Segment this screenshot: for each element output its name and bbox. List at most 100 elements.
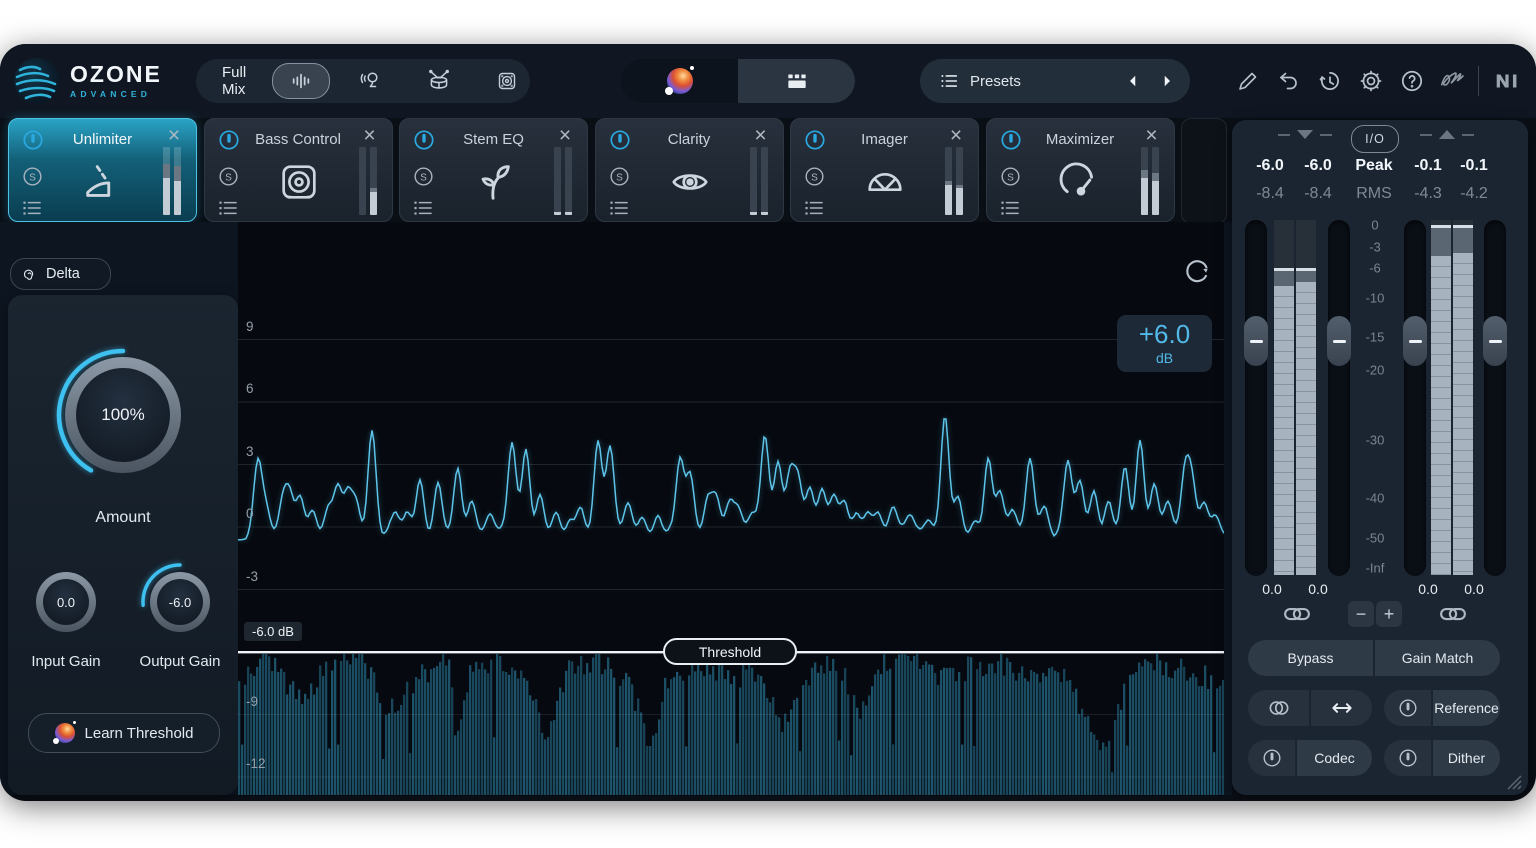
codec-power-button[interactable] bbox=[1248, 740, 1295, 776]
tab-meter bbox=[750, 147, 757, 215]
meter-scale-tick: -30 bbox=[1366, 433, 1385, 448]
delta-monitor-button[interactable]: Delta bbox=[10, 258, 111, 290]
svg-text:S: S bbox=[29, 172, 36, 183]
ozone-logo: OZONE ADVANCED bbox=[14, 58, 162, 104]
meter-range-up-control[interactable] bbox=[1420, 130, 1474, 139]
reset-history-icon[interactable] bbox=[1180, 255, 1214, 289]
detailed-view-button[interactable] bbox=[738, 59, 855, 103]
input-fader-handle[interactable] bbox=[1244, 316, 1268, 366]
threshold-handle[interactable]: Threshold bbox=[663, 638, 797, 665]
solo-icon[interactable]: S bbox=[21, 165, 44, 188]
gain-readout-box[interactable]: +6.0 dB bbox=[1117, 315, 1212, 372]
svg-text:S: S bbox=[1007, 172, 1014, 183]
close-icon[interactable]: × bbox=[751, 126, 771, 146]
modules-grid-icon bbox=[784, 68, 810, 94]
next-preset-button[interactable] bbox=[1150, 64, 1184, 98]
mix-target-label[interactable]: Full Mix bbox=[222, 64, 246, 98]
output-fader-handle[interactable] bbox=[1483, 316, 1507, 366]
settings-gear-button[interactable] bbox=[1355, 65, 1387, 97]
y-axis-label: 0 bbox=[246, 506, 254, 521]
module-tab-stem-eq[interactable]: Stem EQ × S bbox=[399, 118, 588, 222]
help-button[interactable] bbox=[1396, 65, 1428, 97]
native-instruments-logo bbox=[1488, 66, 1528, 96]
width-mode-button[interactable] bbox=[1311, 690, 1372, 726]
gauge-module-icon bbox=[1058, 159, 1104, 205]
meter-scale-tick: -15 bbox=[1366, 330, 1385, 345]
solo-icon[interactable]: S bbox=[412, 165, 435, 188]
dither-button[interactable]: Dither bbox=[1433, 740, 1500, 776]
fader-track bbox=[1245, 220, 1267, 576]
svg-text:S: S bbox=[420, 172, 427, 183]
learn-threshold-label: Learn Threshold bbox=[85, 725, 194, 742]
gain-plus-button[interactable]: + bbox=[1376, 601, 1402, 627]
reference-power-button[interactable] bbox=[1384, 690, 1431, 726]
solo-icon[interactable]: S bbox=[999, 165, 1022, 188]
module-tab-clarity[interactable]: Clarity × S bbox=[595, 118, 784, 222]
solo-icon[interactable]: S bbox=[217, 165, 240, 188]
empty-module-slot[interactable] bbox=[1181, 118, 1227, 224]
io-button[interactable]: I/O bbox=[1351, 125, 1399, 153]
gain-match-button[interactable]: Gain Match bbox=[1375, 640, 1500, 676]
peak-row-label: Peak bbox=[1355, 157, 1392, 175]
resize-grip[interactable] bbox=[1504, 774, 1522, 790]
power-icon bbox=[1397, 697, 1419, 719]
stereo-mode-button[interactable] bbox=[1248, 690, 1309, 726]
gain-trace-plot bbox=[238, 222, 1224, 796]
previous-preset-button[interactable] bbox=[1116, 64, 1150, 98]
undo-button[interactable] bbox=[1273, 65, 1305, 97]
learn-threshold-button[interactable]: Learn Threshold bbox=[28, 713, 220, 753]
input-link-icon[interactable] bbox=[1282, 604, 1312, 624]
solo-icon[interactable]: S bbox=[803, 165, 826, 188]
output-fader-handle[interactable] bbox=[1403, 316, 1427, 366]
meter-range-down-control[interactable] bbox=[1278, 130, 1332, 139]
close-icon[interactable]: × bbox=[946, 126, 966, 146]
module-menu-icon[interactable] bbox=[999, 199, 1021, 217]
input-rms-right: -8.4 bbox=[1304, 185, 1332, 203]
close-icon[interactable]: × bbox=[360, 126, 380, 146]
drums-mode-button[interactable] bbox=[412, 64, 466, 98]
full-mix-mode-button[interactable] bbox=[272, 63, 330, 99]
input-fader-value-left: 0.0 bbox=[1262, 581, 1281, 597]
close-icon[interactable]: × bbox=[164, 126, 184, 146]
module-chain: Unlimiter × S Bass Control × S Stem EQ ×… bbox=[0, 118, 1232, 222]
tab-meter bbox=[174, 147, 181, 215]
assistant-view-button[interactable] bbox=[621, 59, 738, 103]
tab-meter bbox=[945, 147, 952, 215]
limiter-module-icon bbox=[80, 159, 126, 205]
output-link-icon[interactable] bbox=[1438, 604, 1468, 624]
input-fader-handle[interactable] bbox=[1327, 316, 1351, 366]
module-tab-imager[interactable]: Imager × S bbox=[790, 118, 979, 222]
output-gain-label: Output Gain bbox=[122, 653, 238, 670]
ear-icon bbox=[21, 266, 38, 283]
instrument-mode-button[interactable] bbox=[480, 64, 534, 98]
module-tab-bass-control[interactable]: Bass Control × S bbox=[204, 118, 393, 222]
codec-button[interactable]: Codec bbox=[1297, 740, 1372, 776]
tab-meter bbox=[1141, 147, 1148, 215]
module-menu-icon[interactable] bbox=[608, 199, 630, 217]
module-tab-unlimiter[interactable]: Unlimiter × S bbox=[8, 118, 197, 222]
history-button[interactable] bbox=[1314, 65, 1346, 97]
dither-power-button[interactable] bbox=[1384, 740, 1431, 776]
module-menu-icon[interactable] bbox=[21, 199, 43, 217]
solo-icon[interactable]: S bbox=[608, 165, 631, 188]
close-icon[interactable]: × bbox=[555, 126, 575, 146]
stereo-circles-icon bbox=[1266, 695, 1292, 721]
module-menu-icon[interactable] bbox=[217, 199, 239, 217]
tab-meter bbox=[565, 147, 572, 215]
module-menu-icon[interactable] bbox=[803, 199, 825, 217]
edit-pencil-button[interactable] bbox=[1232, 65, 1264, 97]
module-tab-maximizer[interactable]: Maximizer × S bbox=[986, 118, 1175, 222]
y-axis-label: 9 bbox=[246, 319, 254, 334]
y-axis-label: 3 bbox=[246, 444, 254, 459]
reference-button[interactable]: Reference bbox=[1433, 690, 1500, 726]
vocal-mode-button[interactable] bbox=[344, 64, 398, 98]
bypass-button[interactable]: Bypass bbox=[1248, 640, 1373, 676]
presets-browser[interactable]: Presets bbox=[920, 59, 1190, 103]
output-rms-left: -4.3 bbox=[1414, 185, 1442, 203]
signature-scribble-icon[interactable] bbox=[1437, 65, 1469, 97]
output-peak-right: -0.1 bbox=[1460, 157, 1488, 175]
close-icon[interactable]: × bbox=[1142, 126, 1162, 146]
gain-minus-button[interactable]: − bbox=[1348, 601, 1374, 627]
module-menu-icon[interactable] bbox=[412, 199, 434, 217]
meter-scale-tick: -10 bbox=[1366, 291, 1385, 306]
